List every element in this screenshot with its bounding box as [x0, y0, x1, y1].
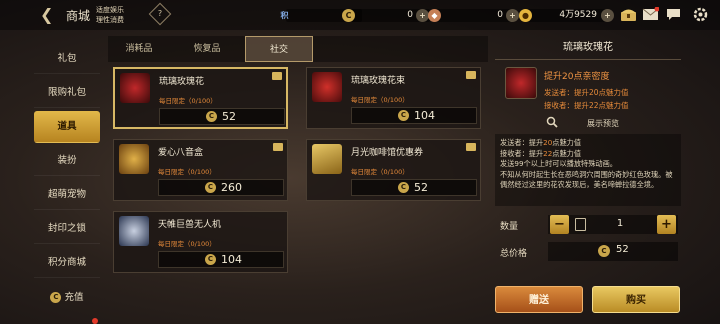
- rose-bouquet-thumbnail: [312, 72, 342, 102]
- quantity-value[interactable]: 1: [600, 218, 640, 229]
- price-box: C 52: [159, 108, 285, 125]
- minus-button[interactable]: −: [550, 215, 569, 234]
- price-box: C 52: [351, 179, 477, 196]
- sender-effect: 发送者：提升20点魅力值: [544, 88, 629, 97]
- item-card[interactable]: 爱心八音盒 每日限定（0/100） C 260: [113, 139, 288, 201]
- desc-line: 发送99个以上时可以播放特殊动画。: [500, 159, 617, 168]
- coupon-coin-icon: C: [598, 245, 610, 257]
- coupon-thumbnail: [312, 144, 342, 174]
- gold-value: 4万9529: [559, 10, 597, 20]
- moderation-tip: 适度娱乐 理性消费: [96, 5, 124, 25]
- description-box: 发送者：提升20点魅力值 接收者：提升22点魅力值 发送99个以上时可以播放特殊…: [495, 134, 681, 206]
- gift-tag-icon: [273, 143, 283, 151]
- quantity-label: 数量: [500, 222, 519, 232]
- recharge-button[interactable]: C 充值: [34, 283, 100, 313]
- coupon-coin-icon: C: [398, 182, 409, 193]
- item-card[interactable]: 月光咖啡馆优惠券 每日限定（0/100） C 52: [306, 139, 481, 201]
- receiver-effect: 接收者：提升22点魅力值: [544, 101, 629, 110]
- coupon-coin-icon: C: [205, 182, 216, 193]
- item-limit: 每日限定（0/100）: [351, 96, 409, 104]
- sidebar-item-costumes[interactable]: 装扮: [34, 146, 100, 176]
- effect-text: 提升20点亲密度: [544, 72, 610, 82]
- item-name: 琉璃玫瑰花束: [351, 76, 406, 86]
- notification-dot: [92, 318, 98, 324]
- coupon-coin-icon: C: [50, 292, 62, 303]
- total-price: 52: [616, 244, 629, 255]
- recharge-label: 充值: [64, 292, 84, 303]
- item-limit: 每日限定（0/100）: [158, 240, 216, 248]
- gift-tag-icon: [272, 72, 282, 80]
- plus-button[interactable]: +: [657, 215, 676, 234]
- buy-button[interactable]: 购买: [592, 286, 680, 313]
- coupon-counter: C 0 +: [342, 9, 442, 22]
- item-card[interactable]: 琉璃玫瑰花束 每日限定（0/100） C 104: [306, 67, 481, 129]
- gold-coin-icon: ●: [519, 9, 532, 22]
- music-box-thumbnail: [119, 144, 149, 174]
- chat-icon[interactable]: [665, 7, 682, 22]
- sidebar-item-points-shop[interactable]: 积分商城: [34, 248, 100, 278]
- coupon-coin-icon: C: [342, 9, 355, 22]
- calculator-icon[interactable]: [575, 218, 586, 231]
- rose-thumbnail: [120, 73, 150, 103]
- page-title: 商城: [66, 9, 91, 23]
- item-name: 琉璃玫瑰花: [159, 77, 205, 87]
- coupon-coin-icon: C: [206, 111, 217, 122]
- price-box: C 104: [351, 107, 477, 124]
- item-name: 月光咖啡馆优惠券: [351, 148, 424, 158]
- item-price: 104: [414, 109, 435, 122]
- settings-icon[interactable]: [692, 7, 709, 22]
- add-gold-icon[interactable]: +: [601, 9, 614, 22]
- item-name: 爱心八音盒: [158, 148, 204, 158]
- diamond-counter: ◆ 0 +: [428, 9, 528, 22]
- price-box: C 104: [158, 251, 284, 268]
- sidebar-item-limited-packs[interactable]: 限购礼包: [34, 78, 100, 108]
- total-price-box: [548, 242, 678, 261]
- tip-line-1: 适度娱乐: [96, 6, 124, 14]
- item-price: 52: [222, 110, 236, 123]
- gift-tag-icon: [466, 143, 476, 151]
- coupon-coin-icon: C: [398, 110, 409, 121]
- coupon-coin-icon: C: [205, 254, 216, 265]
- item-price: 52: [414, 181, 428, 194]
- diamond-value: 0: [497, 10, 503, 20]
- back-arrow-icon[interactable]: ❮: [40, 6, 60, 24]
- detail-title: 琉璃玫瑰花: [495, 36, 681, 60]
- sidebar-item-pets[interactable]: 超萌宠物: [34, 180, 100, 210]
- item-card[interactable]: 琉璃玫瑰花 每日限定（0/100） C 52: [113, 67, 288, 129]
- coupon-value: 0: [407, 10, 413, 20]
- item-limit: 每日限定（0/100）: [158, 168, 216, 176]
- item-card[interactable]: 天帷巨兽无人机 每日限定（0/100） C 104: [113, 211, 288, 273]
- diamond-icon: ◆: [428, 9, 441, 22]
- item-limit: 每日限定（0/100）: [159, 97, 217, 105]
- sidebar-item-items[interactable]: 道具: [34, 111, 100, 143]
- item-price: 260: [221, 181, 242, 194]
- mail-icon[interactable]: [642, 6, 660, 22]
- item-name: 天帷巨兽无人机: [158, 220, 222, 230]
- desc-line: 发送者：提升20点魅力值: [500, 138, 582, 147]
- preview-button[interactable]: 展示预览: [587, 118, 619, 129]
- price-box: C 260: [158, 179, 284, 196]
- tab-social[interactable]: 社交: [245, 36, 313, 62]
- desc-line: 接收者：提升22点魅力值: [500, 148, 582, 158]
- total-label: 总价格: [500, 249, 528, 259]
- add-diamond-icon[interactable]: +: [506, 9, 519, 22]
- desc-line: 不知从何时起生长在恶鸣洞穴周围的奇妙红色玫瑰。被偶然经过这里的花农发现后，美名啼…: [500, 169, 673, 190]
- item-limit: 每日限定（0/100）: [351, 168, 409, 176]
- tab-recovery[interactable]: 恢复品: [176, 36, 238, 62]
- sidebar-item-seal-locks[interactable]: 封印之锁: [34, 214, 100, 244]
- drone-thumbnail: [119, 216, 149, 246]
- gift-tag-icon: [466, 71, 476, 79]
- gift-button[interactable]: 赠送: [495, 286, 583, 313]
- tip-line-2: 理性消费: [96, 16, 124, 24]
- sidebar-item-gift-packs[interactable]: 礼包: [34, 44, 100, 74]
- tab-consumables[interactable]: 消耗品: [108, 36, 170, 62]
- item-price: 104: [221, 253, 242, 266]
- treasure-chest-icon[interactable]: [620, 7, 637, 22]
- magnifier-icon[interactable]: [546, 116, 558, 128]
- points-icon: 积: [280, 11, 289, 20]
- rose-thumbnail: [505, 67, 537, 99]
- gold-counter: ● 4万9529 +: [519, 9, 615, 22]
